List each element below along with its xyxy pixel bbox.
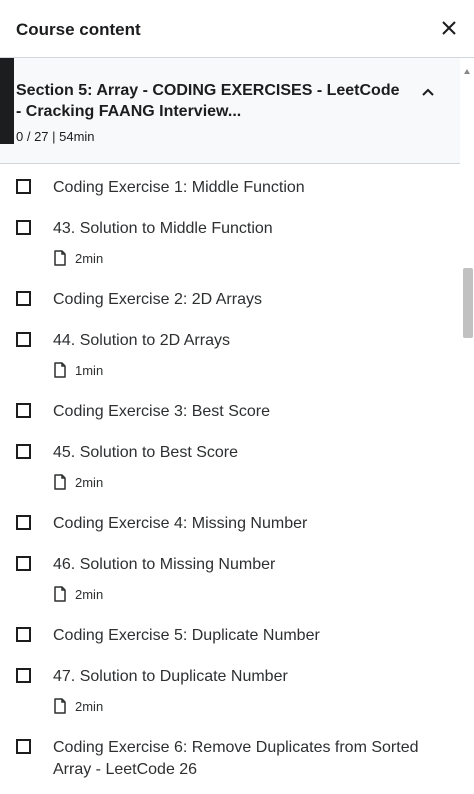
- course-content-header: Course content: [0, 0, 474, 58]
- item-duration: 2min: [53, 585, 103, 603]
- item-duration: 1min: [53, 361, 103, 379]
- list-item[interactable]: Coding Exercise 4: Missing Number: [0, 500, 460, 541]
- item-title: 47. Solution to Duplicate Number: [53, 668, 288, 685]
- completion-checkbox[interactable]: [16, 627, 31, 642]
- item-title: 46. Solution to Missing Number: [53, 556, 276, 573]
- lecture-list: Coding Exercise 1: Middle Function 43. So…: [0, 164, 460, 794]
- completion-checkbox[interactable]: [16, 739, 31, 754]
- item-title: 43. Solution to Middle Function: [53, 220, 273, 237]
- completion-checkbox[interactable]: [16, 291, 31, 306]
- scrollbar-thumb[interactable]: [463, 268, 473, 338]
- item-title: 44. Solution to 2D Arrays: [53, 332, 230, 349]
- item-title: Coding Exercise 4: Missing Number: [53, 515, 308, 532]
- section-title: Section 5: Array - CODING EXERCISES - Le…: [16, 82, 400, 120]
- scroll-up-icon[interactable]: [463, 68, 471, 76]
- sidebar-edge-tab[interactable]: [0, 58, 14, 144]
- list-item[interactable]: 46. Solution to Missing Number 2min: [0, 541, 460, 612]
- file-icon: [54, 698, 66, 714]
- list-item[interactable]: 45. Solution to Best Score 2min: [0, 429, 460, 500]
- list-item[interactable]: 44. Solution to 2D Arrays 1min: [0, 317, 460, 388]
- list-item[interactable]: Coding Exercise 6: Remove Duplicates fro…: [0, 724, 460, 794]
- list-item[interactable]: Coding Exercise 1: Middle Function: [0, 164, 460, 205]
- duration-label: 2min: [75, 698, 104, 714]
- completion-checkbox[interactable]: [16, 179, 31, 194]
- item-title: Coding Exercise 1: Middle Function: [53, 179, 305, 196]
- file-icon: [54, 362, 66, 378]
- item-title: Coding Exercise 6: Remove Duplicates fro…: [53, 739, 419, 778]
- section-header[interactable]: Section 5: Array - CODING EXERCISES - Le…: [0, 58, 460, 164]
- completion-checkbox[interactable]: [16, 403, 31, 418]
- close-icon: [442, 21, 456, 35]
- duration-label: 2min: [75, 250, 104, 266]
- close-button[interactable]: [438, 17, 460, 39]
- file-icon: [54, 250, 66, 266]
- chevron-up-icon: [422, 88, 434, 96]
- completion-checkbox[interactable]: [16, 332, 31, 347]
- scrollbar[interactable]: [460, 58, 474, 773]
- duration-label: 2min: [75, 474, 104, 490]
- list-item[interactable]: Coding Exercise 2: 2D Arrays: [0, 276, 460, 317]
- completion-checkbox[interactable]: [16, 556, 31, 571]
- duration-label: 1min: [75, 362, 104, 378]
- duration-label: 2min: [75, 586, 104, 602]
- completion-checkbox[interactable]: [16, 220, 31, 235]
- item-title: Coding Exercise 2: 2D Arrays: [53, 291, 262, 308]
- completion-checkbox[interactable]: [16, 515, 31, 530]
- collapse-section-button[interactable]: [418, 82, 438, 102]
- list-item[interactable]: Coding Exercise 5: Duplicate Number: [0, 612, 460, 653]
- list-item[interactable]: 43. Solution to Middle Function 2min: [0, 205, 460, 276]
- item-duration: 2min: [53, 249, 103, 267]
- list-item[interactable]: 47. Solution to Duplicate Number 2min: [0, 653, 460, 724]
- item-title: Coding Exercise 5: Duplicate Number: [53, 627, 320, 644]
- completion-checkbox[interactable]: [16, 668, 31, 683]
- item-title: Coding Exercise 3: Best Score: [53, 403, 270, 420]
- file-icon: [54, 474, 66, 490]
- item-duration: 2min: [53, 697, 103, 715]
- list-item[interactable]: Coding Exercise 3: Best Score: [0, 388, 460, 429]
- item-title: 45. Solution to Best Score: [53, 444, 238, 461]
- page-title: Course content: [16, 20, 141, 39]
- file-icon: [54, 586, 66, 602]
- section-progress: 0 / 27 | 54min: [16, 129, 95, 144]
- item-duration: 2min: [53, 473, 103, 491]
- completion-checkbox[interactable]: [16, 444, 31, 459]
